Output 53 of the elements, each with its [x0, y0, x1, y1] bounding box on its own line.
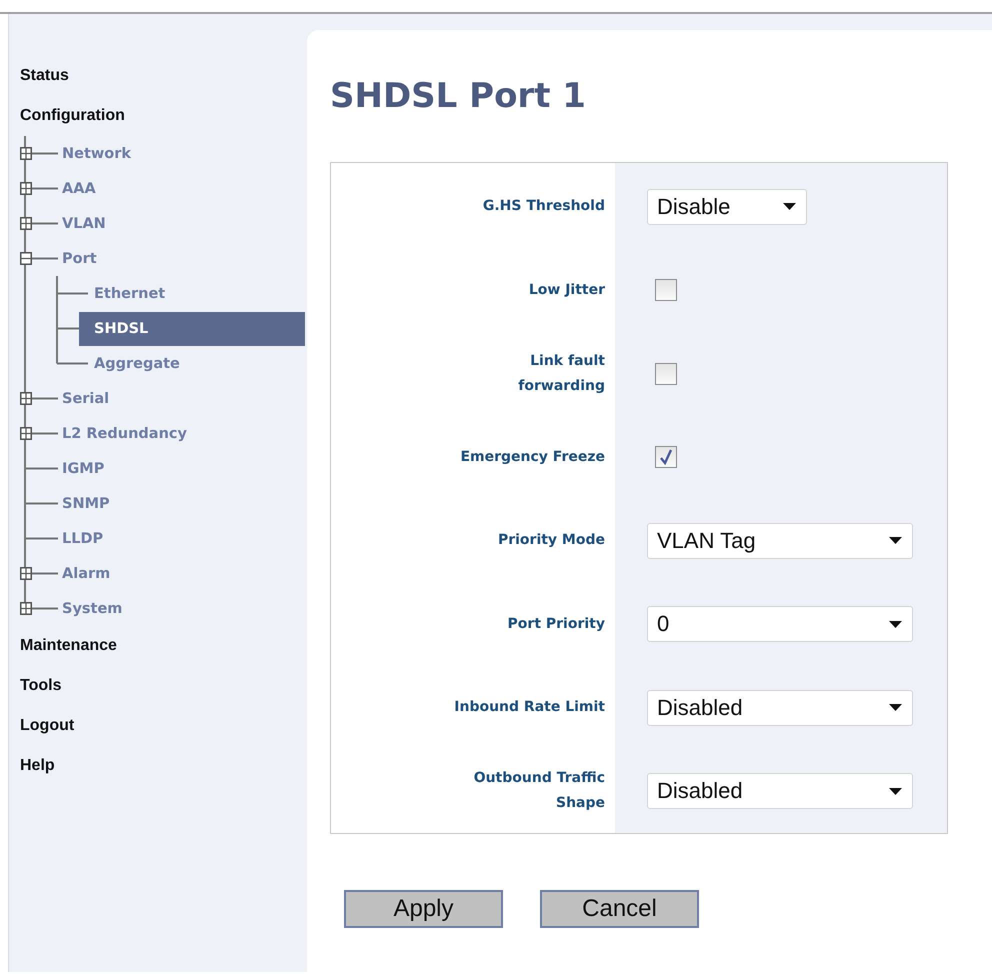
- dropdown[interactable]: Disabled: [647, 773, 913, 810]
- tree-item[interactable]: SNMP: [62, 486, 110, 520]
- expand-icon[interactable]: [20, 392, 32, 405]
- form-button[interactable]: Cancel: [540, 890, 699, 928]
- expand-icon[interactable]: [20, 567, 32, 580]
- dropdown[interactable]: Disable: [647, 188, 807, 225]
- tree-item[interactable]: Alarm: [62, 556, 110, 590]
- tree-item[interactable]: Ethernet: [94, 276, 166, 310]
- caret-icon: [783, 203, 796, 210]
- field-label: Emergency Freeze: [460, 448, 605, 467]
- expand-icon[interactable]: [20, 427, 32, 440]
- tree-item[interactable]: Serial: [62, 382, 110, 416]
- dropdown[interactable]: VLAN Tag: [647, 522, 913, 559]
- checkbox[interactable]: [655, 446, 677, 468]
- dropdown[interactable]: Disabled: [647, 690, 913, 726]
- expand-icon[interactable]: [20, 602, 32, 615]
- tree-item[interactable]: SHDSL: [79, 312, 305, 346]
- caret-icon: [889, 704, 902, 712]
- tree-item[interactable]: Network: [62, 136, 132, 170]
- tree-item[interactable]: LLDP: [62, 522, 104, 556]
- field-label: Priority Mode: [498, 531, 605, 550]
- form-button[interactable]: Apply: [344, 890, 503, 928]
- nav-section[interactable]: Status: [20, 56, 69, 96]
- caret-icon: [889, 788, 902, 795]
- nav-section[interactable]: Logout: [20, 706, 74, 746]
- caret-icon: [889, 537, 902, 544]
- tree-item[interactable]: AAA: [62, 172, 96, 206]
- tree-item[interactable]: VLAN: [62, 206, 106, 240]
- dropdown[interactable]: 0: [647, 606, 913, 642]
- field-label: Inbound Rate Limit: [454, 698, 605, 718]
- checkbox[interactable]: [655, 279, 677, 302]
- field-label: Outbound Traffic Shape: [472, 769, 605, 814]
- caret-icon: [889, 620, 902, 628]
- field-label: Port Priority: [508, 614, 605, 634]
- tree-item[interactable]: Port: [62, 242, 97, 276]
- field-label: Low Jitter: [528, 280, 605, 300]
- expand-icon[interactable]: [20, 182, 32, 195]
- field-label: Link fault forwarding: [517, 352, 605, 396]
- tree-item[interactable]: IGMP: [62, 452, 104, 486]
- expand-icon[interactable]: [20, 217, 32, 230]
- nav-section[interactable]: Tools: [20, 666, 62, 706]
- nav-section[interactable]: Maintenance: [20, 626, 117, 666]
- field-label: G.HS Threshold: [482, 197, 605, 216]
- tree-item[interactable]: Aggregate: [94, 346, 180, 380]
- nav-section[interactable]: Help: [20, 746, 55, 786]
- checkmark-icon: [659, 449, 673, 466]
- collapse-icon[interactable]: [20, 252, 32, 265]
- tree-item[interactable]: System: [62, 592, 122, 626]
- checkbox[interactable]: [655, 362, 677, 385]
- nav-section[interactable]: Configuration: [20, 96, 125, 136]
- tree-item[interactable]: L2 Redundancy: [62, 416, 187, 450]
- expand-icon[interactable]: [20, 147, 32, 160]
- page-title: SHDSL Port 1: [330, 76, 586, 116]
